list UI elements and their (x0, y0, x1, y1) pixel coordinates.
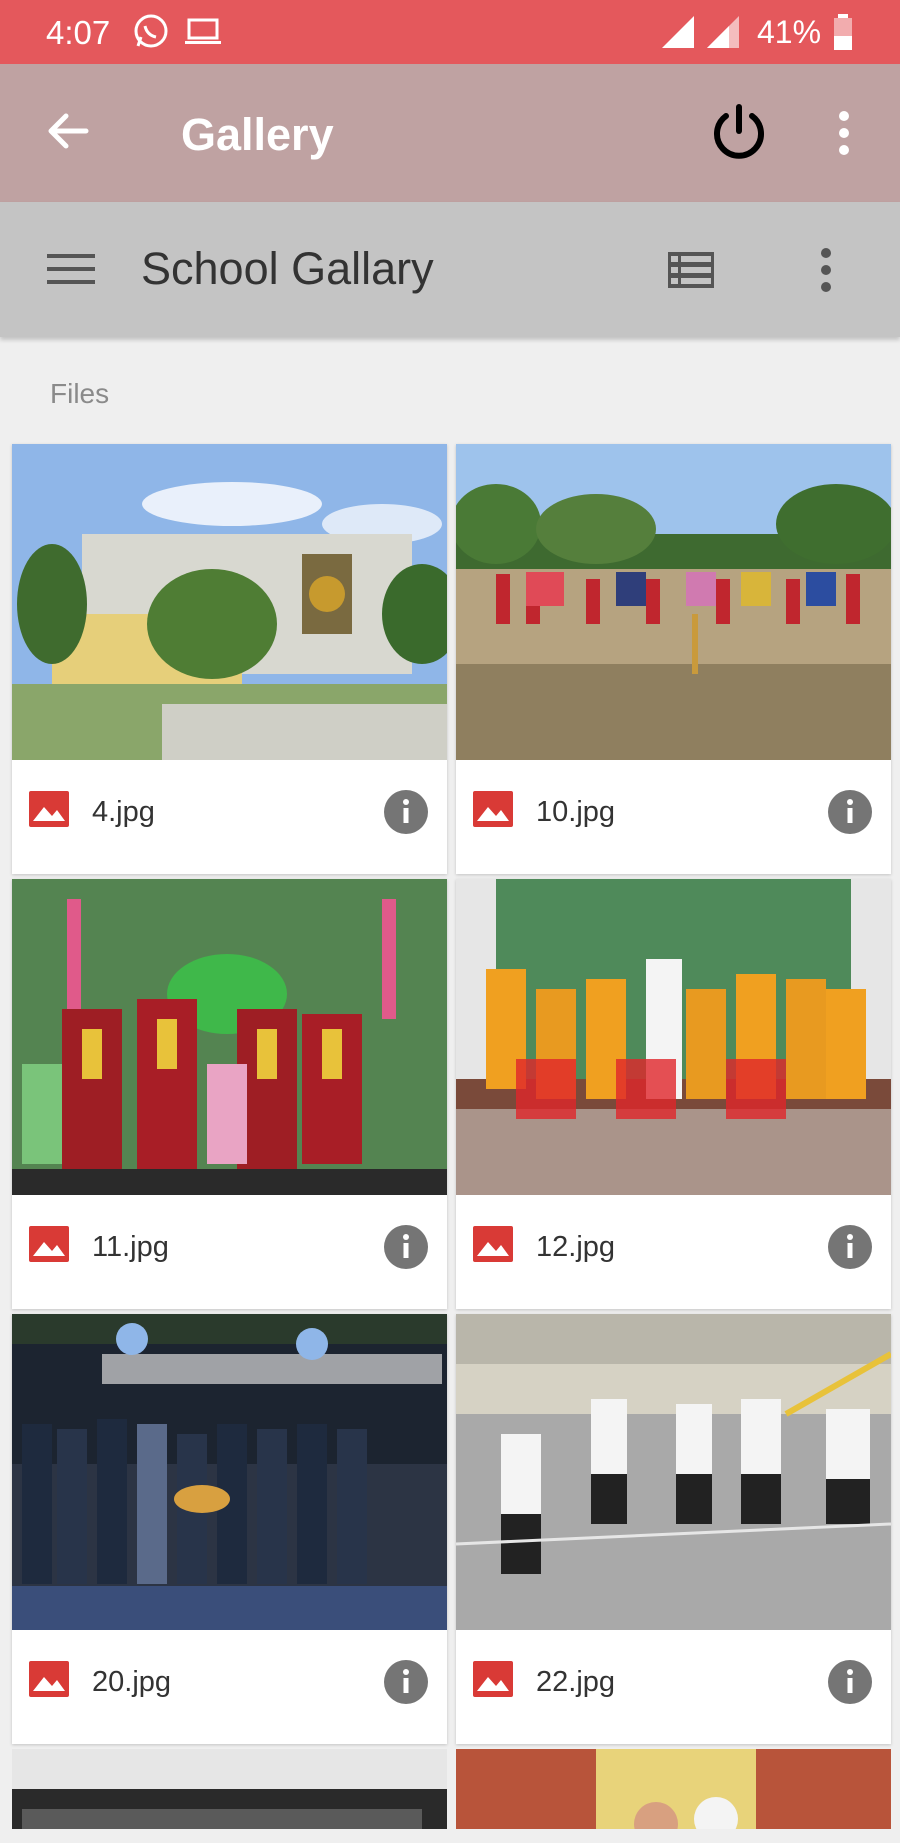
image-file-icon (473, 1226, 513, 1267)
file-card[interactable]: 22.jpg (456, 1314, 891, 1744)
image-thumbnail[interactable] (12, 879, 447, 1195)
image-thumbnail[interactable] (12, 444, 447, 760)
section-label: Files (50, 378, 110, 409)
status-bar: 4:07 41% (0, 0, 900, 64)
battery-level: 41% (757, 14, 822, 50)
info-icon[interactable] (827, 789, 873, 840)
image-file-icon (473, 1661, 513, 1702)
sub-toolbar: School Gallary (0, 202, 900, 337)
laptop-icon (183, 12, 223, 55)
app-bar: Gallery (0, 64, 900, 202)
file-name: 10.jpg (536, 796, 616, 828)
more-options-icon[interactable] (836, 110, 852, 161)
file-name: 20.jpg (92, 1666, 172, 1698)
file-name: 4.jpg (92, 796, 155, 828)
image-thumbnail[interactable] (12, 1749, 447, 1829)
image-file-icon (473, 791, 513, 832)
image-thumbnail[interactable] (456, 1314, 891, 1630)
whatsapp-icon (132, 12, 170, 55)
info-icon[interactable] (383, 1224, 429, 1275)
list-view-icon[interactable] (668, 252, 714, 293)
file-card[interactable]: 11.jpg (12, 879, 447, 1309)
file-card[interactable]: 20.jpg (12, 1314, 447, 1744)
image-file-icon (29, 1226, 69, 1267)
file-name: 12.jpg (536, 1231, 616, 1263)
file-name: 11.jpg (92, 1231, 169, 1263)
image-file-icon (29, 1661, 69, 1702)
image-thumbnail[interactable] (456, 444, 891, 760)
info-icon[interactable] (827, 1224, 873, 1275)
signal-icon (660, 12, 696, 55)
image-thumbnail[interactable] (12, 1314, 447, 1630)
file-card[interactable]: 12.jpg (456, 879, 891, 1309)
file-card[interactable]: 4.jpg (12, 444, 447, 874)
more-options-icon[interactable] (818, 247, 834, 298)
file-name: 22.jpg (536, 1666, 616, 1698)
folder-title: School Gallary (141, 243, 434, 294)
menu-icon[interactable] (47, 252, 95, 291)
battery-icon (831, 12, 855, 57)
power-icon[interactable] (708, 101, 770, 168)
info-icon[interactable] (383, 789, 429, 840)
page-title: Gallery (181, 109, 334, 160)
image-thumbnail[interactable] (456, 1749, 891, 1829)
signal-icon (705, 12, 741, 55)
image-file-icon (29, 791, 69, 832)
status-time: 4:07 (46, 14, 111, 51)
info-icon[interactable] (383, 1659, 429, 1710)
back-arrow-icon[interactable] (44, 107, 92, 160)
image-thumbnail[interactable] (456, 879, 891, 1195)
file-card[interactable]: 10.jpg (456, 444, 891, 874)
info-icon[interactable] (827, 1659, 873, 1710)
